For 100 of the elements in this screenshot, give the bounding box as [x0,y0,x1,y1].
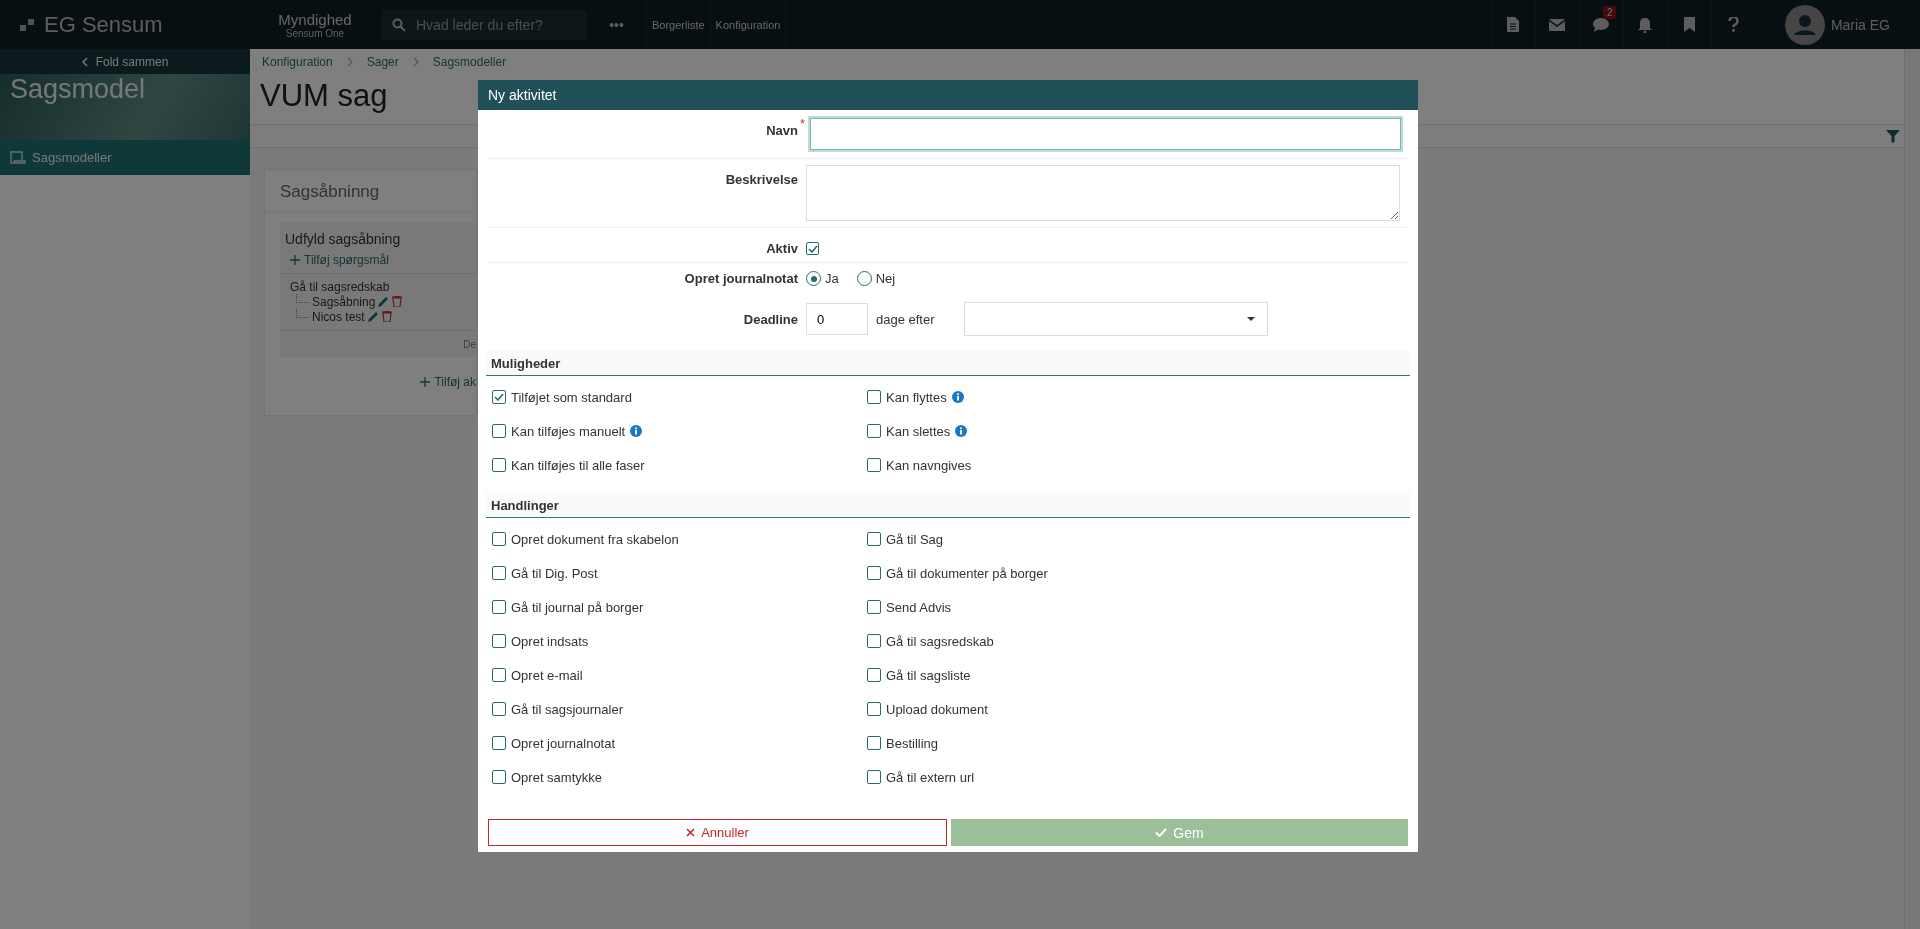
trash-icon[interactable] [381,311,392,322]
caret-icon [1247,317,1255,321]
checkbox-label: Opret dokument fra skabelon [511,531,679,547]
plus-icon [290,255,300,265]
checkbox-label: Kan navngives [886,457,972,473]
field-label: Deadline [742,311,798,327]
sidebar-item[interactable]: Sagsmodeller [0,140,250,175]
checkbox[interactable] [492,668,506,682]
breadcrumb-link[interactable]: Sager [366,54,399,69]
checkbox-label: Gå til Sag [886,531,944,547]
name-field[interactable] [808,116,1403,152]
description-field[interactable] [806,165,1400,221]
checkbox-label: Gå til sagsredskab [886,633,994,649]
checkbox-label: Gå til Dig. Post [511,565,598,581]
checkbox[interactable] [492,458,506,472]
chevron-right-icon [412,56,419,67]
checkbox-label: Opret journalnotat [511,735,616,751]
context-subtitle: Sensum One [285,27,345,39]
checkbox[interactable] [867,634,881,648]
checkbox[interactable] [492,532,506,546]
field-label: Aktiv [765,240,798,256]
info-icon[interactable] [955,425,968,437]
context-title: Myndighed [278,10,352,28]
document-icon[interactable] [1507,17,1520,32]
checkbox[interactable] [492,424,506,438]
bookmark-icon[interactable] [1683,17,1695,32]
chat-icon[interactable] [1593,17,1610,32]
checkbox[interactable] [492,600,506,614]
radio-label: Ja [825,271,839,286]
checkbox-label: Opret indsats [511,633,589,649]
info-icon[interactable] [951,391,964,403]
tree-item: Sagsåbning [312,294,376,309]
checkbox[interactable] [492,390,506,404]
checkbox-label: Kan flyttes [886,389,947,405]
info-icon[interactable] [630,425,643,437]
checkbox[interactable] [867,600,881,614]
checkbox[interactable] [867,532,881,546]
checkbox[interactable] [867,390,881,404]
group-title: Udfyld sagsåbning [284,230,402,249]
bell-icon[interactable] [1638,16,1653,33]
tree-item: Nicos test [312,309,365,324]
checkbox[interactable] [806,242,819,255]
breadcrumb-link[interactable]: Konfiguration [262,54,333,69]
field-label: Opret journalnotat [683,271,798,286]
help-icon[interactable] [1727,17,1739,32]
checkbox[interactable] [492,770,506,784]
chevron-left-icon [81,56,88,67]
add-question-link[interactable]: Tilføj spørgsmål [280,249,399,273]
mail-icon[interactable] [1549,18,1566,31]
dialog: Ny aktivitet Navn* Beskrivelse Aktiv Opret journalnotat Ja Nej Deadline 0 dage efter Muligheder Tilføjet som standard Kan flyttes Kan tilføjes manuelt Kan slettes Kan tilføjes til alle faser Kan navngives Handlinger Opret dokument fra skabelon Gå til Sag Gå til Dig. Post Gå til dokumenter på borger Gå til journal på borger Send Advis Opret indsats Gå til sagsredskab Opret e-mail Gå til sagsliste Gå til sagsjournaler Upload dokument Opret journalnotat Bestilling Opret samtykke Gå til extern url Annuller Gem [478,80,1418,852]
scroll-icon [10,151,26,164]
checkbox-label: Kan slettes [886,423,951,439]
unit-label: dage efter [876,311,936,327]
filter-icon[interactable] [1886,129,1900,143]
group-footer-text: De [463,338,476,350]
checkbox[interactable] [867,736,881,750]
checkbox[interactable] [867,424,881,438]
checkbox-label: Send Advis [886,599,952,615]
logo-icon [20,18,36,31]
checkbox[interactable] [867,702,881,716]
section-heading: Handlinger [486,492,1410,518]
field-label: Beskrivelse [724,171,798,187]
checkbox-label: Gå til extern url [886,769,975,785]
section-heading: Muligheder [486,350,1410,376]
cancel-button[interactable]: Annuller [488,819,947,846]
trash-icon[interactable] [392,296,403,307]
dialog-title: Ny aktivitet [478,80,1418,110]
user-name[interactable]: Maria EG [1830,16,1890,33]
add-activity-link[interactable]: Tilføj ak [420,375,476,389]
checkbox[interactable] [867,566,881,580]
radio-label: Nej [875,271,896,286]
brand-logo[interactable]: EG Sensum [44,11,163,38]
collapse-button[interactable]: Fold sammen [0,49,250,74]
checkbox[interactable] [867,668,881,682]
card-title: Sagsåbninng [265,170,476,213]
days-field[interactable]: 0 [806,303,868,335]
checkbox[interactable] [492,566,506,580]
checkbox-label: Opret samtykke [511,769,603,785]
checkbox[interactable] [492,702,506,716]
scrollbar[interactable] [1904,49,1920,929]
checkbox[interactable] [867,770,881,784]
save-button[interactable]: Gem [951,819,1408,846]
checkbox[interactable] [492,634,506,648]
field-label: Navn [765,122,798,138]
checkbox-label: Gå til sagsjournaler [511,701,623,717]
search-field[interactable]: Hvad leder du efter? [382,9,587,40]
checkbox-label: Gå til journal på borger [511,599,644,615]
search-icon [392,17,406,32]
pencil-icon[interactable] [378,296,390,307]
checkbox-label: Upload dokument [886,701,988,717]
pencil-icon[interactable] [367,311,379,322]
checkbox-label: Kan tilføjes manuelt [511,423,626,439]
close-icon [686,828,696,837]
breadcrumb-link[interactable]: Sagsmodeller [432,54,507,69]
plus-icon [420,377,431,387]
checkbox[interactable] [492,736,506,750]
checkbox[interactable] [867,458,881,472]
tree-item: Gå til sagsredskab [290,280,391,294]
notification-badge: 2 [1602,6,1617,19]
chevron-right-icon [346,56,353,67]
